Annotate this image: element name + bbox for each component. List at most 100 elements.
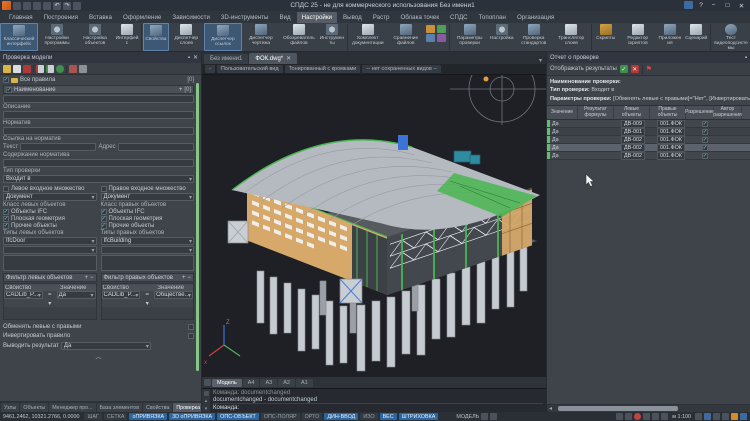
- show-failed-icon[interactable]: ✕: [631, 65, 639, 73]
- close-button[interactable]: ✕: [735, 1, 748, 10]
- resolution-checkbox[interactable]: ✓: [702, 137, 708, 143]
- norm-input[interactable]: [3, 127, 194, 135]
- monitor-icon[interactable]: [740, 413, 747, 420]
- left-types-list[interactable]: [3, 255, 97, 271]
- doc-tabs-menu-icon[interactable]: ▾: [535, 57, 546, 64]
- annotation-scale[interactable]: м 1:100: [672, 414, 691, 420]
- toggle-hatch[interactable]: ШТРИХОВКА: [399, 413, 439, 420]
- left-set-checkbox[interactable]: [3, 186, 9, 192]
- scroll-left-icon[interactable]: ◂: [547, 405, 554, 412]
- markup-icon[interactable]: [437, 25, 446, 33]
- tab-svoystva[interactable]: Свойства: [143, 403, 172, 412]
- resolution-checkbox[interactable]: ✓: [702, 153, 708, 159]
- address-input[interactable]: [118, 143, 194, 151]
- report-pin-icon[interactable]: ▪: [745, 55, 747, 61]
- command-input[interactable]: Команда:: [213, 403, 543, 411]
- script-editor-button[interactable]: Редактор скриптов: [619, 23, 657, 51]
- magnifier-icon[interactable]: [713, 413, 720, 420]
- program-settings-button[interactable]: Настройки программы: [38, 23, 76, 51]
- clean-screen-icon[interactable]: [490, 413, 497, 420]
- left-doc-select[interactable]: Документ: [3, 193, 97, 201]
- right-filter-prop[interactable]: CADLib_P...: [102, 291, 141, 299]
- scenario-button[interactable]: Сценарий: [683, 23, 709, 51]
- right-filter-remove-icon[interactable]: −: [187, 275, 191, 281]
- video-test-button[interactable]: Тест видеоподсистемы: [712, 23, 750, 51]
- right-flat-checkbox[interactable]: ✓: [101, 216, 107, 222]
- norm-content-input[interactable]: [3, 159, 194, 167]
- saved-views-button[interactable]: -- нет сохраненных видов --: [362, 65, 441, 73]
- export-icon[interactable]: [69, 65, 77, 73]
- tab-nastroyki[interactable]: Настройки: [297, 12, 337, 23]
- settings-gear-icon[interactable]: [731, 413, 738, 420]
- left-filter-add-icon[interactable]: +: [84, 275, 88, 281]
- download-icon[interactable]: [426, 34, 435, 42]
- maximize-button[interactable]: □: [721, 1, 734, 10]
- resolution-checkbox[interactable]: ✓: [702, 129, 708, 135]
- tab-manager[interactable]: Менеджер про...: [49, 403, 95, 412]
- standards-check-button[interactable]: Проверка стандартов: [515, 23, 553, 51]
- toggle-dyn-input[interactable]: ДИН-ВВОД: [324, 413, 358, 420]
- tab-3d-instrumenty[interactable]: 3D-инструменты: [216, 12, 274, 23]
- table-row[interactable]: Да ДВ-009 001.ФОК ✓: [547, 120, 750, 128]
- annotation-monitor-icon[interactable]: [625, 413, 632, 420]
- tools-button[interactable]: Инструменты: [318, 23, 346, 51]
- layout-a4[interactable]: А4: [243, 379, 260, 387]
- tab-organizatsiya[interactable]: Организация: [512, 12, 559, 23]
- save-icon[interactable]: [33, 2, 41, 10]
- right-types-list[interactable]: [101, 255, 195, 271]
- check-params-button[interactable]: Параметры проверки: [451, 23, 489, 51]
- tab-oblaka-tochek[interactable]: Облака точек: [395, 12, 444, 23]
- output-select[interactable]: Да: [61, 342, 151, 350]
- report-hscrollbar[interactable]: ◂: [547, 404, 750, 412]
- space-indicator[interactable]: МОДЕЛЬ: [456, 414, 479, 420]
- scripts-button[interactable]: Скрипты: [593, 23, 619, 51]
- open-folder-icon[interactable]: [43, 2, 51, 10]
- description-input[interactable]: [3, 111, 194, 119]
- all-rules-checkbox[interactable]: ✓: [3, 77, 9, 83]
- panel-scrollbar[interactable]: [196, 83, 199, 371]
- tab-zavisimosti[interactable]: Зависимости: [167, 12, 215, 23]
- report-doc-icon[interactable]: [36, 65, 44, 73]
- left-filter-value[interactable]: Да: [57, 291, 96, 299]
- new-file-icon[interactable]: [13, 2, 21, 10]
- tab-vstavka[interactable]: Вставка: [84, 12, 117, 23]
- swap-checkbox[interactable]: [188, 324, 194, 330]
- tab-postroeniya[interactable]: Построения: [39, 12, 83, 23]
- help-button[interactable]: ?: [696, 1, 706, 10]
- object-settings-button[interactable]: Настройка объектов: [76, 23, 114, 51]
- layout-a1[interactable]: А1: [296, 379, 313, 387]
- import-icon[interactable]: [79, 65, 87, 73]
- toggle-ortho[interactable]: ОРТО: [302, 413, 323, 420]
- toggle-otrack-object[interactable]: ОПС-ОБЪЕКТ: [217, 413, 259, 420]
- doc-tab-unnamed[interactable]: Без имени1: [204, 54, 248, 64]
- resolution-checkbox[interactable]: ✓: [702, 121, 708, 127]
- tab-uzly[interactable]: Узлы: [1, 403, 19, 412]
- close-panel-icon[interactable]: ✕: [193, 54, 198, 61]
- open-rules-icon[interactable]: [13, 65, 21, 73]
- table-row[interactable]: Да ДВ-002 001.ФОК ✓: [547, 152, 750, 160]
- layout-list-icon[interactable]: [204, 379, 211, 386]
- scroll-thumb[interactable]: [558, 406, 678, 411]
- tab-topoplan[interactable]: Топоплан: [474, 12, 511, 23]
- flag-icon[interactable]: ⚑: [646, 65, 652, 73]
- file-compare-button[interactable]: Сравнение файлов: [387, 23, 425, 51]
- right-filter-add-icon[interactable]: +: [182, 275, 186, 281]
- interface-button[interactable]: Интерфейс: [114, 23, 140, 51]
- invert-checkbox[interactable]: [188, 333, 194, 339]
- close-doc-icon[interactable]: ✕: [286, 55, 291, 62]
- check-doc-icon[interactable]: [46, 65, 54, 73]
- tab-obekty[interactable]: Объекты: [20, 403, 48, 412]
- all-rules-label[interactable]: Все правила: [20, 77, 55, 83]
- show-passed-icon[interactable]: ✓: [620, 65, 628, 73]
- right-filter-dd-icon[interactable]: ▾: [145, 300, 150, 307]
- undo-icon[interactable]: ↶: [53, 2, 61, 10]
- name-input[interactable]: [3, 95, 194, 103]
- pin-icon[interactable]: ▪: [188, 55, 190, 61]
- selection-cycling-icon[interactable]: [616, 413, 623, 420]
- resolution-checkbox[interactable]: ✓: [702, 145, 708, 151]
- right-set-checkbox[interactable]: [101, 186, 107, 192]
- doc-set-button[interactable]: Комплект документации: [349, 23, 387, 51]
- layout-a2[interactable]: А2: [278, 379, 295, 387]
- left-filter-remove-icon[interactable]: −: [90, 275, 94, 281]
- minimize-button[interactable]: −: [707, 1, 720, 10]
